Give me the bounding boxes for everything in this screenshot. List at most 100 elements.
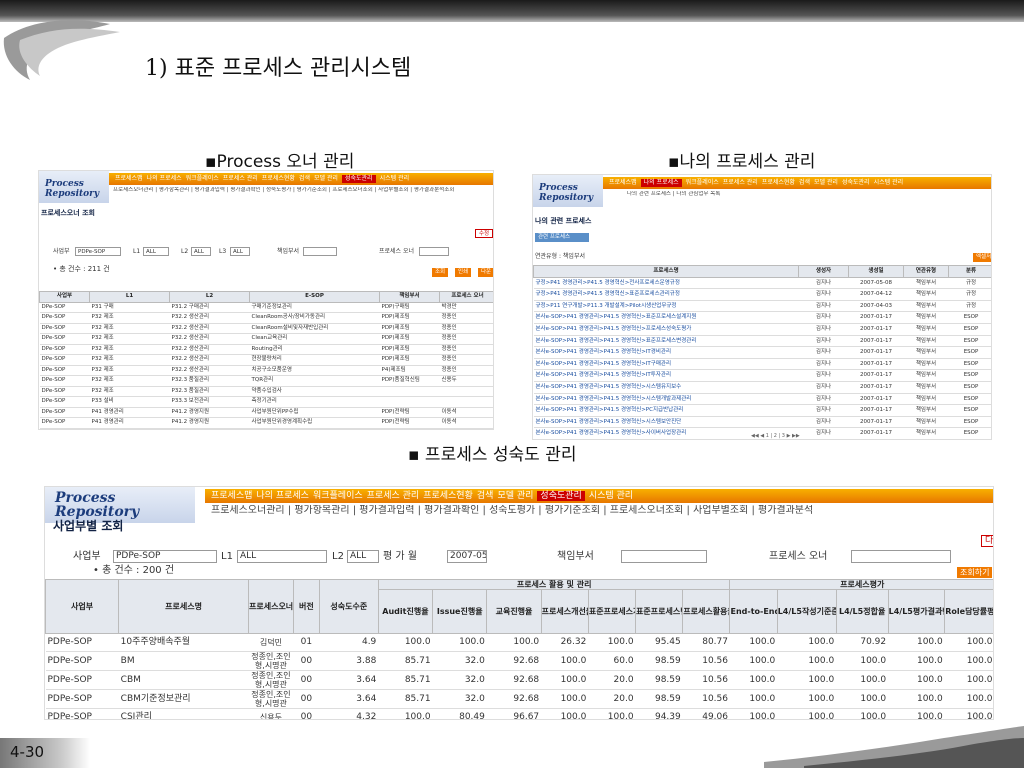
nav-item[interactable]: 프로세스 관리	[367, 491, 420, 502]
table-row[interactable]: DPe-SOP P31 구매 P31.2 구매관리 구매기준정보관리 PDP)구매팀 박경…	[39, 302, 493, 313]
nav-item[interactable]: 워크플레이스	[686, 179, 719, 186]
nav-item[interactable]: 모델 관리	[814, 179, 838, 186]
period-input[interactable]: 2007-05	[447, 550, 487, 563]
nav-item[interactable]: 워크플레이스	[313, 491, 363, 502]
table-row[interactable]: 규정>P41 경영관리>P41.5 경영혁신>전사프로세스운영규정 김지나 2007…	[533, 277, 991, 290]
l1-select[interactable]: ALL	[143, 247, 169, 256]
table-row[interactable]: DPe-SOP P32 제조 P32.2 생산관리 치공구소모품운영 P4)제조팀 정종인	[39, 365, 493, 376]
nav-item[interactable]: 시스템 관리	[874, 179, 904, 186]
table-cell: PDPe-SOP	[45, 689, 119, 709]
table-row[interactable]: DPe-SOP P32 제조 P32.3 품질관리 TQR관리 PDP)품질혁신팀 신용두	[39, 375, 493, 387]
business-select[interactable]: PDPe-SOP	[75, 247, 121, 256]
related-process-tab[interactable]: 관련 프로세스	[535, 233, 589, 242]
l1-select[interactable]: ALL	[237, 550, 327, 563]
table-row[interactable]: 본사e-SOP>P41 경영관리>P41.5 경영혁신>PC지급반납관리 김지나 2…	[533, 404, 991, 417]
table-cell: 치공구소모품운영	[249, 365, 380, 376]
business-select[interactable]: PDPe-SOP	[113, 550, 217, 563]
table-cell: 00	[293, 651, 320, 671]
nav-item[interactable]: 검색	[477, 491, 494, 502]
table-row[interactable]: PDPe-SOP BM 정종인,조인형,시명관 00 3.88 85.71 32.0 92.6…	[45, 651, 993, 671]
nav-item[interactable]: 나의 프로세스	[147, 175, 182, 182]
table-row[interactable]: 본사e-SOP>P41 경영관리>P41.5 경영혁신>표준프로세스설계지원 김지…	[533, 311, 991, 324]
l2-select[interactable]: ALL	[347, 550, 379, 563]
right-action-button[interactable]: 다	[981, 535, 993, 547]
table-cell: 100.0	[944, 670, 993, 690]
search-button[interactable]: 조회하기	[957, 567, 993, 578]
nav-item[interactable]: 나의 프로세스	[256, 491, 309, 502]
table-row[interactable]: PDPe-SOP CBM 정종인,조인형,시명관 00 3.64 85.71 32.0 92.…	[45, 670, 993, 690]
table-row[interactable]: DPe-SOP P32 제조 P32.2 생산관리 현장불량처리 PDP)제조팀 정종인	[39, 354, 493, 366]
table-cell: 100.0	[541, 708, 589, 719]
table-row[interactable]: DPe-SOP P32 제조 P32.2 생산관리 CleanRoom설비및자재반입관…	[39, 323, 493, 334]
table-row[interactable]: DPe-SOP P33 설비 P33.3 보전관리 측정기관리	[39, 396, 493, 408]
table-row[interactable]: PDPe-SOP 10주주양배속주월 김덕민 01 4.9 100.0 100.0 100.0…	[45, 633, 993, 652]
modify-button[interactable]: 수정	[475, 229, 493, 238]
table-row[interactable]: DPe-SOP P32 제조 P32.2 생산관리 Clean교육관리 PDP)제조팀 정…	[39, 333, 493, 345]
table-row[interactable]: 본사e-SOP>P41 경영관리>P41.5 경영혁신>IT_H/W및S/W관리…	[534, 439, 993, 440]
process-repository-logo: Process Repository	[533, 175, 603, 207]
table-cell: P32.2 생산관리	[169, 323, 250, 334]
l2-select[interactable]: ALL	[191, 247, 211, 256]
table-row[interactable]: 규정>P11 연구개발>P11.3 개발설계>Pilot시생산업무규정 김지나 20…	[533, 300, 991, 313]
table-cell: PDP)전략팀	[379, 417, 440, 429]
table-cell: 100.0	[777, 633, 837, 652]
nav-item[interactable]: 시스템 관리	[589, 491, 633, 502]
owner-input[interactable]	[419, 247, 449, 256]
table-row[interactable]: 규정>P41 경영관리>P41.5 경영혁신>표준프로세스관리규정 김지나 2007…	[533, 288, 991, 301]
table-cell: 김지나	[798, 277, 849, 290]
nav-item[interactable]: 성숙도관리	[842, 179, 870, 186]
table-cell: ESOP	[948, 427, 991, 439]
nav-item[interactable]: 프로세스현황	[423, 491, 473, 502]
download-button[interactable]: 다운	[478, 268, 493, 277]
table-row[interactable]: DPe-SOP P32 제조 P32.3 품질관리 약품수입검사	[39, 386, 493, 397]
column-header: Audit진행율	[377, 589, 434, 634]
owner-input[interactable]	[851, 550, 951, 563]
table-row[interactable]: DPe-SOP P32 제조 P32.2 생산관리 Routing관리 PDP)제조팀 정…	[39, 344, 493, 355]
nav-item[interactable]: 검색	[299, 175, 310, 182]
table-row[interactable]: 본사e-SOP>P41 경영관리>P41.5 경영혁신>시스템개발과제관리 김지나…	[533, 393, 991, 406]
table-row[interactable]: 본사e-SOP>P41 경영관리>P41.5 경영혁신>IT구매관리 김지나 200…	[533, 358, 991, 371]
table-row[interactable]: DPe-SOPP41 경영관리P41.2 경영지원사업부원단위실적관리PDP)전…	[39, 428, 493, 429]
dept-input[interactable]	[621, 550, 707, 563]
table-row[interactable]: 본사e-SOP>P41 경영관리>P41.5 경영혁신>IT경비관리 김지나 200…	[533, 346, 991, 359]
table-row[interactable]: 본사e-SOP>P41 경영관리>P41.5 경영혁신>시스템유지보수 김지나 20…	[533, 381, 991, 394]
nav-item[interactable]: 성숙도관리	[537, 490, 585, 502]
nav-item[interactable]: 검색	[799, 179, 810, 186]
table-cell: 사업부원단위경영계획수립	[249, 417, 380, 429]
table-cell: PDP)제조팀	[379, 354, 440, 366]
table-row[interactable]: 본사e-SOP>P41 경영관리>P41.5 경영혁신>표준프로세스변경관리 김지…	[533, 335, 991, 348]
excel-save-button[interactable]: 엑셀저장	[973, 253, 991, 262]
nav-item[interactable]: 시스템 관리	[380, 175, 410, 182]
nav-item[interactable]: 모델 관리	[314, 175, 338, 182]
table-row[interactable]: DPe-SOP P41 경영관리 P41.2 경영지원 사업부원단위경영계획수립 PDP…	[39, 417, 493, 429]
nav-item[interactable]: 프로세스맵	[609, 179, 637, 186]
main-nav: 프로세스맵 나의 프로세스 워크플레이스 프로세스 관리 프로세스현황 검색 모델 관리 성숙…	[603, 177, 991, 189]
nav-item[interactable]: 모델 관리	[497, 491, 533, 502]
table-cell: P41.2 경영지원	[169, 428, 250, 429]
search-button[interactable]: 조회	[432, 268, 449, 277]
dept-input[interactable]	[303, 247, 337, 256]
table-cell: 이동석	[439, 417, 493, 429]
nav-item[interactable]: 프로세스맵	[115, 175, 143, 182]
nav-item[interactable]: 성숙도관리	[341, 175, 376, 183]
nav-item[interactable]: 프로세스맵	[211, 491, 252, 502]
table-row[interactable]: 본사e-SOP>P41 경영관리>P41.5 경영혁신>IT투자관리 김지나 200…	[533, 369, 991, 382]
table-row[interactable]: PDPe-SOP CBM기준정보관리 정종인,조인형,시명관 00 3.64 85.71 3…	[45, 689, 993, 709]
pagination[interactable]: ◀◀ ◀ 1 | 2 | 3 ▶ ▶▶	[751, 433, 800, 439]
l3-select[interactable]: ALL	[230, 247, 250, 256]
nav-item[interactable]: 프로세스 관리	[723, 179, 758, 186]
column-header: 프로세스 오너	[439, 291, 493, 303]
table-row[interactable]: 본사e-SOP>P41 경영관리>P41.5 경영혁신>시스템보안진단 김지나 20…	[533, 416, 991, 429]
process-repository-logo: Process Repository	[45, 487, 195, 523]
table-cell: 10주주양배속주월	[118, 633, 249, 652]
table-row[interactable]: DPe-SOP P32 제조 P32.2 생산관리 CleanRoom공사/장비가동관…	[39, 312, 493, 324]
table-row[interactable]: 본사e-SOP>P41 경영관리>P41.5 경영혁신>프로세스성숙도평가 김지나…	[533, 323, 991, 336]
nav-item[interactable]: 프로세스 관리	[223, 175, 258, 182]
nav-item[interactable]: 프로세스현황	[262, 175, 295, 182]
nav-item[interactable]: 나의 프로세스	[640, 179, 682, 187]
nav-item[interactable]: 프로세스현황	[762, 179, 795, 186]
print-button[interactable]: 인쇄	[455, 268, 472, 277]
table-cell: P41 경영관리	[89, 428, 170, 429]
nav-item[interactable]: 워크플레이스	[186, 175, 219, 182]
table-row[interactable]: DPe-SOP P41 경영관리 P41.2 경영지원 사업부원단위PP수립 PDP)전…	[39, 407, 493, 418]
